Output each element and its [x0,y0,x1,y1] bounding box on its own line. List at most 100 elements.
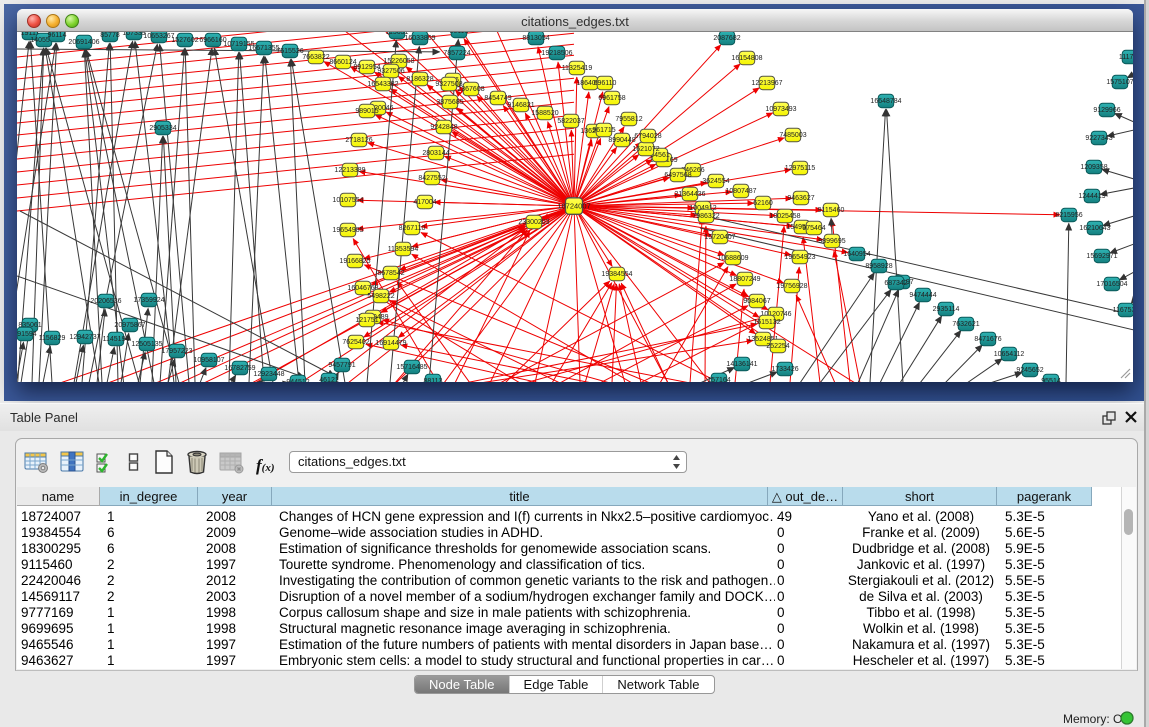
svg-text:19384554: 19384554 [601,271,632,278]
svg-text:88113: 88113 [424,378,443,382]
svg-text:10958107: 10958107 [193,357,224,364]
svg-text:10654112: 10654112 [994,351,1025,358]
svg-text:1621072: 1621072 [632,146,659,153]
svg-text:9474444: 9474444 [909,292,936,299]
svg-text:8454749: 8454749 [484,95,511,102]
svg-text:46121: 46121 [319,377,339,382]
svg-text:1588520: 1588520 [531,110,558,117]
svg-text:10025458: 10025458 [769,213,800,220]
svg-text:20206536: 20206536 [90,298,121,305]
svg-text:17016504: 17016504 [1096,281,1127,288]
svg-text:15716485: 15716485 [396,364,427,371]
svg-text:19654985: 19654985 [332,227,363,234]
svg-text:11353594: 11353594 [388,246,419,253]
svg-text:96114: 96114 [48,32,67,39]
svg-text:7986322: 7986322 [692,213,719,220]
svg-text:7485003: 7485003 [779,132,806,139]
svg-text:1527602: 1527602 [171,37,198,44]
svg-text:1733426: 1733426 [771,366,798,373]
svg-text:1167533: 1167533 [1113,307,1133,314]
svg-text:8678542: 8678542 [377,270,404,277]
svg-text:9227343: 9227343 [1085,135,1112,142]
svg-text:21364436: 21364436 [674,191,705,198]
svg-text:7632621: 7632621 [952,321,979,328]
svg-text:10807487: 10807487 [725,188,756,195]
svg-text:9129966: 9129966 [1093,107,1120,114]
svg-text:10973493: 10973493 [765,106,796,113]
svg-text:19166825: 19166825 [339,258,370,265]
svg-text:157164: 157164 [707,377,730,382]
svg-text:20975867: 20975867 [114,322,145,329]
svg-text:8471676: 8471676 [974,336,1001,343]
svg-text:3624554: 3624554 [702,178,729,185]
svg-text:16543382: 16543382 [367,81,398,88]
svg-text:9327506: 9327506 [377,68,404,75]
svg-text:20691406: 20691406 [68,39,99,46]
svg-text:1209358: 1209358 [1080,164,1107,171]
svg-text:6794028: 6794028 [634,133,661,140]
svg-text:8990448: 8990448 [608,137,635,144]
svg-text:19218506: 19218506 [541,50,572,57]
svg-text:111786: 111786 [1119,54,1133,61]
svg-text:10688609: 10688609 [717,255,748,262]
svg-text:9457791: 9457791 [328,362,355,369]
svg-text:7663822: 7663822 [302,54,329,61]
svg-text:1615132: 1615132 [753,319,780,326]
svg-text:8958928: 8958928 [865,263,892,270]
svg-text:16210643: 16210643 [1079,225,1110,232]
svg-text:5822037: 5822037 [557,118,584,125]
svg-text:1145194: 1145194 [103,336,130,343]
svg-text:107339: 107339 [122,32,145,37]
svg-text:8267110: 8267110 [399,225,426,232]
svg-text:989015: 989015 [355,108,378,115]
svg-text:9115460: 9115460 [818,207,845,214]
svg-text:417004: 417004 [413,199,436,206]
svg-text:6961758: 6961758 [598,95,625,102]
svg-text:86113: 86113 [450,32,469,35]
svg-text:2803144: 2803144 [422,150,449,157]
svg-text:252254: 252254 [766,343,789,350]
svg-text:17957223: 17957223 [161,348,192,355]
svg-text:975464: 975464 [802,225,825,232]
svg-text:9245652: 9245652 [1016,367,1043,374]
svg-text:2367608: 2367608 [457,86,484,93]
svg-text:391594: 391594 [17,331,37,338]
svg-text:9146821: 9146821 [507,102,534,109]
svg-text:16154808: 16154808 [731,55,762,62]
svg-text:10653267: 10653267 [143,33,174,40]
svg-text:2905334: 2905334 [149,125,176,132]
svg-text:8186328: 8186328 [406,76,433,83]
svg-text:18807249: 18807249 [729,276,760,283]
svg-text:15720407: 15720407 [704,234,735,241]
svg-text:15692971: 15692971 [1086,253,1117,260]
svg-text:9463627: 9463627 [787,195,814,202]
svg-text:1640954: 1640954 [843,251,870,258]
svg-text:18724007: 18724007 [557,202,590,211]
svg-text:9084067: 9084067 [743,298,770,305]
svg-text:7955812: 7955812 [615,116,642,123]
svg-text:10107554: 10107554 [332,197,363,204]
svg-text:8215956: 8215956 [1055,212,1082,219]
svg-text:16033809: 16033809 [404,35,435,42]
svg-text:1156829: 1156829 [39,335,66,342]
svg-text:12975115: 12975115 [785,165,816,172]
svg-text:16782759: 16782759 [224,365,255,372]
svg-text:8427552: 8427552 [418,175,445,182]
svg-text:12213389: 12213389 [334,167,365,174]
svg-text:11325419: 11325419 [562,65,593,72]
svg-text:16671355: 16671355 [248,45,279,52]
svg-text:16914479: 16914479 [375,340,406,347]
svg-text:23300203: 23300203 [518,219,549,226]
svg-text:8813054: 8813054 [522,35,549,42]
svg-text:5498222: 5498222 [367,293,394,300]
svg-text:7625402: 7625402 [342,339,369,346]
svg-text:944512: 944512 [286,379,309,382]
svg-text:16648784: 16648784 [870,98,901,105]
svg-text:17359924: 17359924 [133,297,164,304]
svg-text:9242848: 9242848 [430,124,457,131]
svg-text:62160: 62160 [753,200,773,207]
svg-text:687342: 687342 [884,280,907,287]
svg-text:2087682: 2087682 [713,35,740,42]
svg-text:1244419: 1244419 [1078,193,1105,200]
svg-text:12942737: 12942737 [69,334,100,341]
